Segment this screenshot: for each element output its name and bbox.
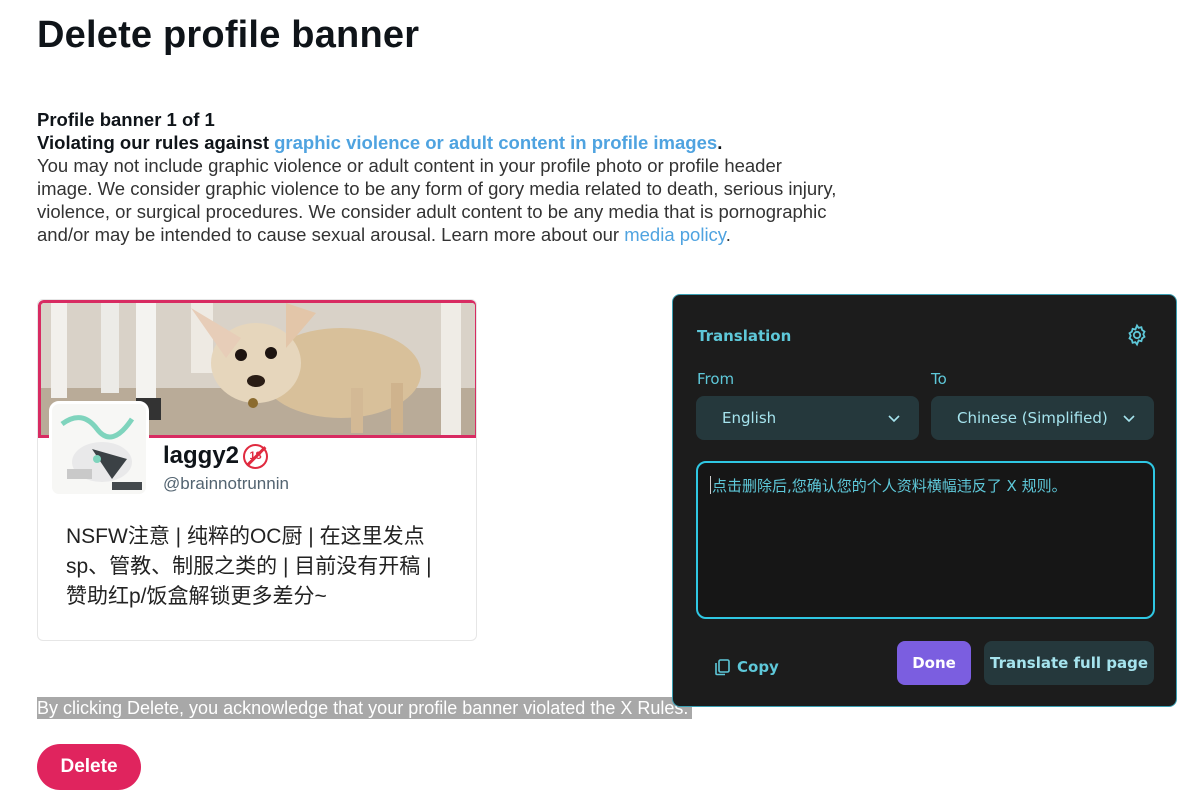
rules-link[interactable]: graphic violence or adult content in pro… <box>274 132 717 153</box>
violation-suffix: . <box>717 132 723 153</box>
avatar <box>49 401 149 497</box>
source-language-value: English <box>722 409 777 427</box>
media-policy-link[interactable]: media policy <box>624 224 725 245</box>
copy-label: Copy <box>737 658 779 676</box>
translation-panel: Translation From To English Chinese (Sim… <box>672 294 1177 707</box>
target-language-value: Chinese (Simplified) <box>957 409 1108 427</box>
translation-output-text: 点击删除后,您确认您的个人资料横幅违反了 X 规则。 <box>712 477 1067 495</box>
violation-prefix: Violating our rules against <box>37 132 275 153</box>
acknowledgement-text: By clicking Delete, you acknowledge that… <box>37 697 693 719</box>
from-label: From <box>697 370 735 388</box>
to-label: To <box>931 370 947 388</box>
profile-bio: NSFW注意 | 纯粹的OC厨 | 在这里发点sp、管教、制服之类的 | 目前没… <box>66 525 432 608</box>
copy-icon <box>715 659 730 676</box>
policy-description: You may not include graphic violence or … <box>37 154 837 246</box>
translate-full-page-button[interactable]: Translate full page <box>984 641 1154 685</box>
source-language-select[interactable]: English <box>696 396 919 440</box>
target-language-select[interactable]: Chinese (Simplified) <box>931 396 1154 440</box>
policy-text-end: . <box>725 224 731 245</box>
avatar-illustration <box>52 404 146 494</box>
page-title: Delete profile banner <box>37 14 420 56</box>
text-caret <box>710 476 711 494</box>
profile-card: laggy2 18 @brainnotrunnin NSFW注意 | 纯粹的OC… <box>37 299 477 641</box>
violation-details: Profile banner 1 of 1 Violating our rule… <box>37 108 837 246</box>
banner-counter: Profile banner 1 of 1 <box>37 109 215 130</box>
display-name: laggy2 18 <box>163 442 269 470</box>
display-name-text: laggy2 <box>163 442 240 469</box>
chevron-down-icon <box>1123 415 1135 423</box>
nsfw-18-icon: 18 <box>243 443 269 469</box>
copy-button[interactable]: Copy <box>713 652 779 682</box>
user-handle: @brainnotrunnin <box>163 474 289 493</box>
gear-icon[interactable] <box>1125 323 1149 347</box>
violation-statement: Violating our rules against graphic viol… <box>37 131 837 154</box>
done-button[interactable]: Done <box>897 641 971 685</box>
delete-button[interactable]: Delete <box>37 744 141 790</box>
translation-output[interactable]: 点击删除后,您确认您的个人资料横幅违反了 X 规则。 <box>696 461 1155 619</box>
translation-panel-title: Translation <box>697 327 792 345</box>
chevron-down-icon <box>888 415 900 423</box>
